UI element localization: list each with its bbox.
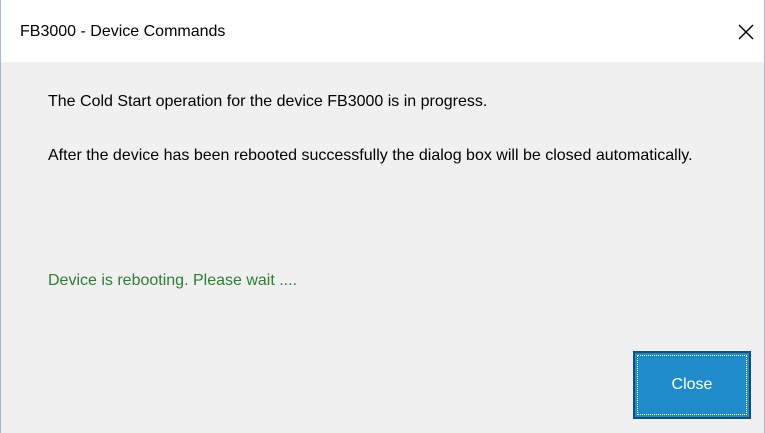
close-icon [738,24,754,40]
dialog-window: FB3000 - Device Commands The Cold Start … [0,0,765,433]
close-button[interactable]: Close [633,351,751,419]
window-title: FB3000 - Device Commands [20,23,226,40]
status-text: Device is rebooting. Please wait .... [48,272,298,289]
title-bar[interactable]: FB3000 - Device Commands [1,0,764,62]
progress-message: The Cold Start operation for the device … [48,93,488,110]
dialog-content: The Cold Start operation for the device … [1,62,764,433]
auto-close-message: After the device has been rebooted succe… [48,147,693,164]
window-close-button[interactable] [732,14,760,48]
